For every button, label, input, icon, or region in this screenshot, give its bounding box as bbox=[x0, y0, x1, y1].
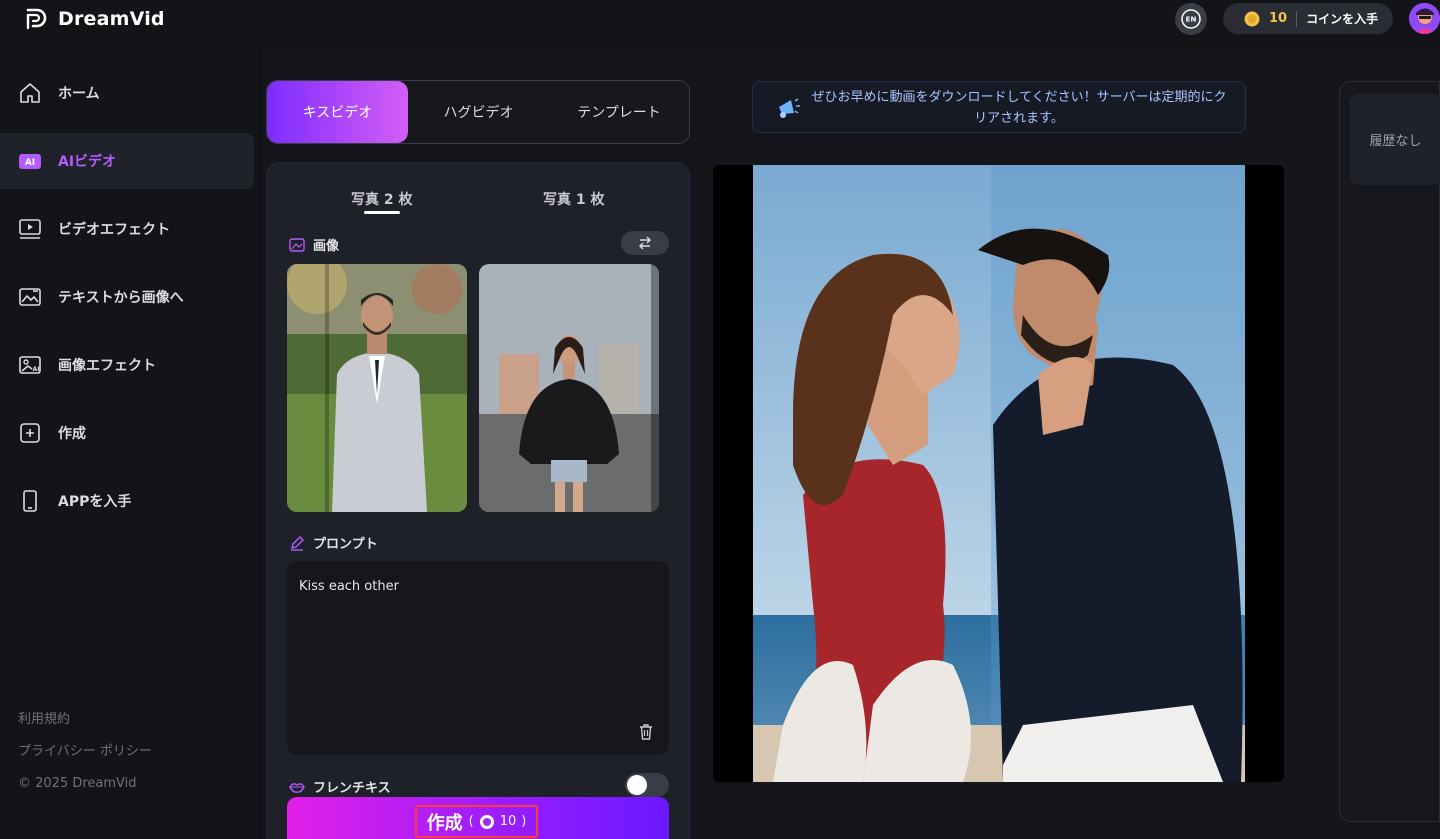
sidebar-item-video-effect[interactable]: ビデオエフェクト bbox=[0, 201, 254, 257]
language-en-icon: EN bbox=[1181, 9, 1201, 29]
coin-small-icon bbox=[479, 814, 494, 829]
create-label: 作成 bbox=[426, 812, 463, 834]
svg-text:AI: AI bbox=[25, 158, 35, 168]
sidebar-item-ai-video[interactable]: AI AIビデオ bbox=[0, 133, 254, 189]
prompt-textarea[interactable]: Kiss each other bbox=[287, 561, 669, 755]
tab-kiss-video[interactable]: キスビデオ bbox=[267, 81, 408, 143]
avatar-image bbox=[1409, 3, 1440, 34]
prompt-pen-icon bbox=[291, 535, 304, 551]
video-preview[interactable] bbox=[713, 165, 1284, 782]
language-button[interactable]: EN bbox=[1175, 3, 1207, 35]
sidebar-item-home[interactable]: ホーム bbox=[0, 65, 254, 121]
tab-one-photo[interactable]: 写真 1 枚 bbox=[543, 189, 605, 209]
dreamvid-logo-icon bbox=[26, 8, 47, 30]
privacy-link[interactable]: プライバシー ポリシー bbox=[18, 736, 152, 768]
home-icon bbox=[20, 83, 40, 103]
sidebar-item-text-to-image[interactable]: テキストから画像へ bbox=[0, 269, 254, 325]
sidebar-item-label: ホーム bbox=[58, 86, 100, 102]
cost-paren-close: ) bbox=[521, 814, 527, 829]
french-kiss-toggle[interactable] bbox=[625, 773, 669, 797]
notice-text: ぜひお早めに動画をダウンロードしてください！サーバーは定期的にクリアされます。 bbox=[811, 90, 1227, 126]
coin-count: 10 bbox=[1269, 11, 1288, 26]
top-bar: DreamVid EN 10 コインを入手 bbox=[0, 0, 1440, 48]
brand-logo[interactable]: DreamVid bbox=[22, 6, 165, 32]
terms-link[interactable]: 利用規約 bbox=[18, 704, 152, 736]
image-icon bbox=[289, 237, 305, 252]
create-button-content: 作成 ( 10 ) bbox=[415, 805, 538, 838]
phone-icon bbox=[23, 490, 37, 512]
history-panel: 履歴なし bbox=[1339, 81, 1440, 822]
megaphone-icon bbox=[779, 98, 800, 118]
active-tab-indicator bbox=[364, 211, 400, 214]
sidebar-item-get-app[interactable]: APPを入手 bbox=[0, 473, 254, 529]
generation-panel: 写真 2 枚 写真 1 枚 画像 プロンプト Kiss each other フ… bbox=[266, 162, 690, 839]
cost-paren-open: ( bbox=[468, 814, 474, 829]
sidebar-item-label: APPを入手 bbox=[58, 494, 132, 510]
preview-image bbox=[753, 165, 1245, 782]
user-avatar[interactable] bbox=[1409, 3, 1440, 34]
coin-icon bbox=[1244, 11, 1260, 26]
sidebar-item-create[interactable]: 作成 bbox=[0, 405, 254, 461]
toggle-knob bbox=[627, 775, 647, 795]
photo-slot-2[interactable] bbox=[479, 264, 659, 512]
lips-icon bbox=[289, 782, 305, 793]
prompt-label-text: プロンプト bbox=[313, 537, 378, 552]
create-cost: ( 10 ) bbox=[469, 814, 527, 830]
french-kiss-label: フレンチキス bbox=[289, 777, 391, 796]
image-label-text: 画像 bbox=[313, 239, 340, 254]
ai-badge-icon: AI bbox=[19, 154, 41, 169]
create-button[interactable]: 作成 ( 10 ) bbox=[287, 797, 669, 839]
footer-links: 利用規約 プライバシー ポリシー © 2025 DreamVid bbox=[18, 704, 152, 800]
sidebar-item-image-effect[interactable]: AI 画像エフェクト bbox=[0, 337, 254, 393]
swap-icon bbox=[639, 236, 651, 250]
tab-hug-video[interactable]: ハグビデオ bbox=[408, 81, 549, 143]
tab-two-photos[interactable]: 写真 2 枚 bbox=[351, 189, 413, 209]
tab-template[interactable]: テンプレート bbox=[549, 81, 689, 143]
sidebar-item-label: 画像エフェクト bbox=[58, 358, 156, 374]
coin-balance-button[interactable]: 10 コインを入手 bbox=[1223, 3, 1393, 34]
sidebar-item-label: 作成 bbox=[58, 426, 86, 442]
trash-icon[interactable] bbox=[637, 723, 655, 741]
image-effect-icon: AI bbox=[19, 356, 41, 374]
download-notice: ぜひお早めに動画をダウンロードしてください！サーバーは定期的にクリアされます。 bbox=[752, 81, 1246, 133]
text-to-image-icon bbox=[19, 288, 41, 306]
copyright: © 2025 DreamVid bbox=[18, 776, 137, 791]
history-empty-state: 履歴なし bbox=[1350, 94, 1440, 185]
create-icon bbox=[20, 423, 40, 443]
image-section-label: 画像 bbox=[289, 235, 339, 254]
mode-tabs: キスビデオ ハグビデオ テンプレート bbox=[266, 80, 690, 144]
get-coins-label: コインを入手 bbox=[1306, 12, 1379, 26]
french-kiss-text: フレンチキス bbox=[313, 781, 391, 796]
language-code: EN bbox=[1186, 16, 1197, 24]
cost-value: 10 bbox=[499, 814, 517, 829]
sidebar-item-label: テキストから画像へ bbox=[58, 290, 184, 306]
video-effect-icon bbox=[19, 219, 41, 239]
svg-text:AI: AI bbox=[33, 366, 40, 373]
sidebar-item-label: ビデオエフェクト bbox=[58, 222, 170, 238]
photo-slot-1[interactable] bbox=[287, 264, 467, 512]
brand-name: DreamVid bbox=[58, 8, 165, 30]
prompt-section-label: プロンプト bbox=[289, 533, 378, 552]
sidebar: ホーム AI AIビデオ ビデオエフェクト テキストから画像へ AI 画像エフェ… bbox=[0, 48, 262, 839]
prompt-value: Kiss each other bbox=[299, 579, 399, 594]
man-photo bbox=[287, 264, 467, 512]
swap-images-button[interactable] bbox=[621, 231, 669, 255]
coin-divider bbox=[1296, 10, 1298, 27]
woman-photo bbox=[479, 264, 659, 512]
sidebar-item-label: AIビデオ bbox=[58, 154, 117, 170]
